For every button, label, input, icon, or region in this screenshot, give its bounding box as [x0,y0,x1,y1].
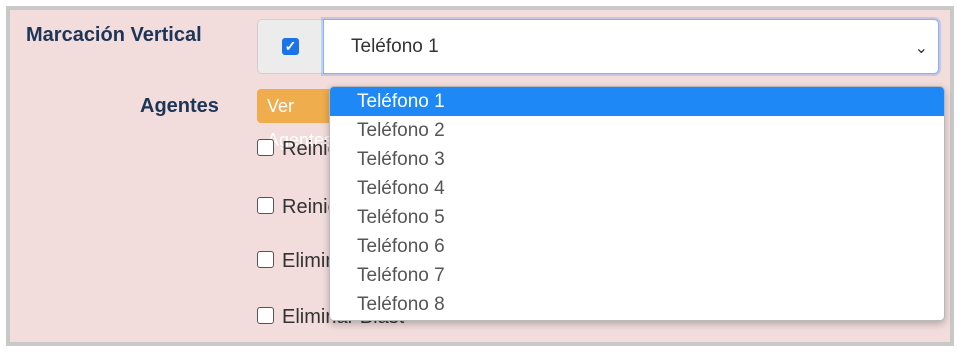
phone-option[interactable]: Teléfono 8 [330,290,944,319]
vertical-dial-checkbox[interactable]: ✓ [282,38,299,55]
vertical-dial-label: Marcación Vertical [26,24,202,46]
checkbox[interactable] [257,197,274,214]
checkbox[interactable] [257,251,274,268]
phone-option[interactable]: Teléfono 2 [330,116,944,145]
check-icon: ✓ [284,38,297,54]
phone-select-value: Teléfono 1 [351,36,439,57]
phone-select[interactable]: Teléfono 1 ⌄ [323,19,939,74]
phone-option[interactable]: Teléfono 1 [330,87,944,116]
checkbox[interactable] [257,307,274,324]
chevron-down-icon: ⌄ [914,40,928,57]
form-panel: Marcación Vertical ✓ Teléfono 1 ⌄ Agente… [6,6,954,346]
phone-option[interactable]: Teléfono 5 [330,203,944,232]
phone-option[interactable]: Teléfono 6 [330,232,944,261]
phone-option[interactable]: Teléfono 4 [330,174,944,203]
phone-option[interactable]: Teléfono 7 [330,261,944,290]
phone-dropdown-list: Teléfono 1 Teléfono 2 Teléfono 3 Teléfon… [329,86,945,321]
agents-label: Agentes [140,95,219,117]
phone-option[interactable]: Teléfono 3 [330,145,944,174]
checkbox[interactable] [257,139,274,156]
vertical-dial-checkbox-addon: ✓ [257,19,323,74]
